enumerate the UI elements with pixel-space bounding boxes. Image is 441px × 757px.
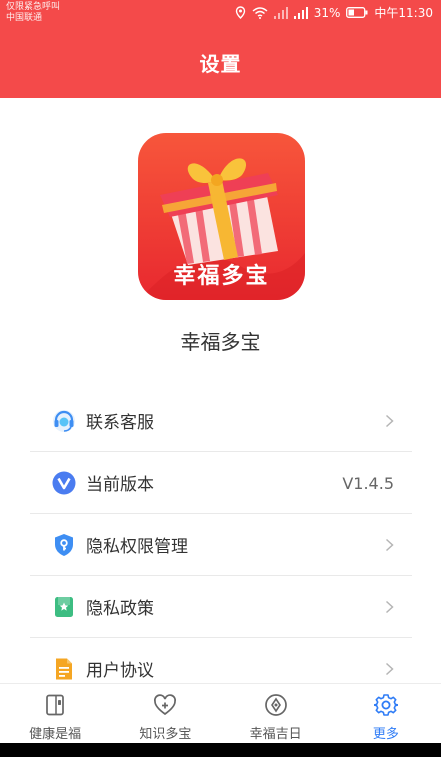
app-name: 幸福多宝	[180, 330, 261, 354]
chevron-right-icon	[385, 662, 394, 676]
heart-plus-icon	[152, 692, 178, 718]
menu-item-privacy-permissions[interactable]: 隐私权限管理	[30, 514, 412, 576]
menu-item-contact-service[interactable]: 联系客服	[30, 390, 412, 452]
battery-percent: 31%	[313, 5, 341, 20]
gear-icon	[373, 692, 399, 718]
carrier-line-2: 中国联通	[6, 13, 43, 23]
chevron-right-icon	[385, 538, 394, 552]
wifi-icon	[252, 6, 268, 19]
menu-item-label: 当前版本	[86, 475, 154, 495]
menu-item-current-version[interactable]: 当前版本 V1.4.5	[30, 452, 412, 514]
tab-label: 健康是福	[29, 727, 82, 742]
tab-knowledge[interactable]: 知识多宝	[110, 684, 220, 743]
document-icon	[51, 656, 77, 682]
menu-item-right: V1.4.5	[342, 452, 394, 514]
header: 仅限紧急呼叫 中国联通 31% 中午11:30 设置	[0, 0, 441, 98]
headset-icon	[51, 408, 77, 434]
version-value: V1.4.5	[342, 473, 394, 493]
tab-lucky-day[interactable]: 幸福吉日	[221, 684, 331, 743]
menu-item-right	[385, 514, 394, 576]
tab-label: 知识多宝	[139, 727, 192, 742]
signal-icon-2	[293, 6, 308, 19]
version-icon	[51, 470, 77, 496]
battery-icon	[346, 7, 368, 18]
tab-health[interactable]: 健康是福	[0, 684, 110, 743]
carrier-info: 仅限紧急呼叫 中国联通	[6, 2, 60, 24]
menu-item-label: 隐私政策	[86, 599, 154, 619]
tab-label: 幸福吉日	[249, 727, 302, 742]
chevron-right-icon	[385, 600, 394, 614]
status-bar: 仅限紧急呼叫 中国联通 31% 中午11:30	[0, 0, 441, 30]
location-icon	[235, 6, 245, 19]
app-logo: 幸福多宝	[138, 133, 305, 300]
menu-item-label: 用户协议	[86, 661, 154, 681]
signal-icon-1	[273, 6, 288, 19]
menu-item-label: 联系客服	[86, 413, 154, 433]
page-title: 设置	[199, 52, 242, 76]
system-icons: 31% 中午11:30	[235, 4, 433, 21]
bottom-tab-bar: 健康是福 知识多宝 幸福吉日 更多	[0, 683, 441, 743]
compass-icon	[263, 692, 289, 718]
system-nav-bar	[0, 743, 441, 757]
bookmark-icon	[51, 594, 77, 620]
tab-more[interactable]: 更多	[331, 684, 441, 743]
settings-menu: 联系客服 当前版本 V1.4.5 隐私权限管理 隐私政策 用户协议	[30, 390, 412, 700]
shield-icon	[51, 532, 77, 558]
logo-text: 幸福多宝	[173, 264, 270, 289]
menu-item-privacy-policy[interactable]: 隐私政策	[30, 576, 412, 638]
chevron-right-icon	[385, 414, 394, 428]
menu-item-right	[385, 390, 394, 452]
book-icon	[42, 692, 68, 718]
menu-item-right	[385, 576, 394, 638]
tab-label: 更多	[372, 727, 399, 742]
carrier-line-1: 仅限紧急呼叫	[6, 2, 61, 12]
clock: 中午11:30	[374, 6, 433, 20]
menu-item-label: 隐私权限管理	[86, 537, 188, 557]
